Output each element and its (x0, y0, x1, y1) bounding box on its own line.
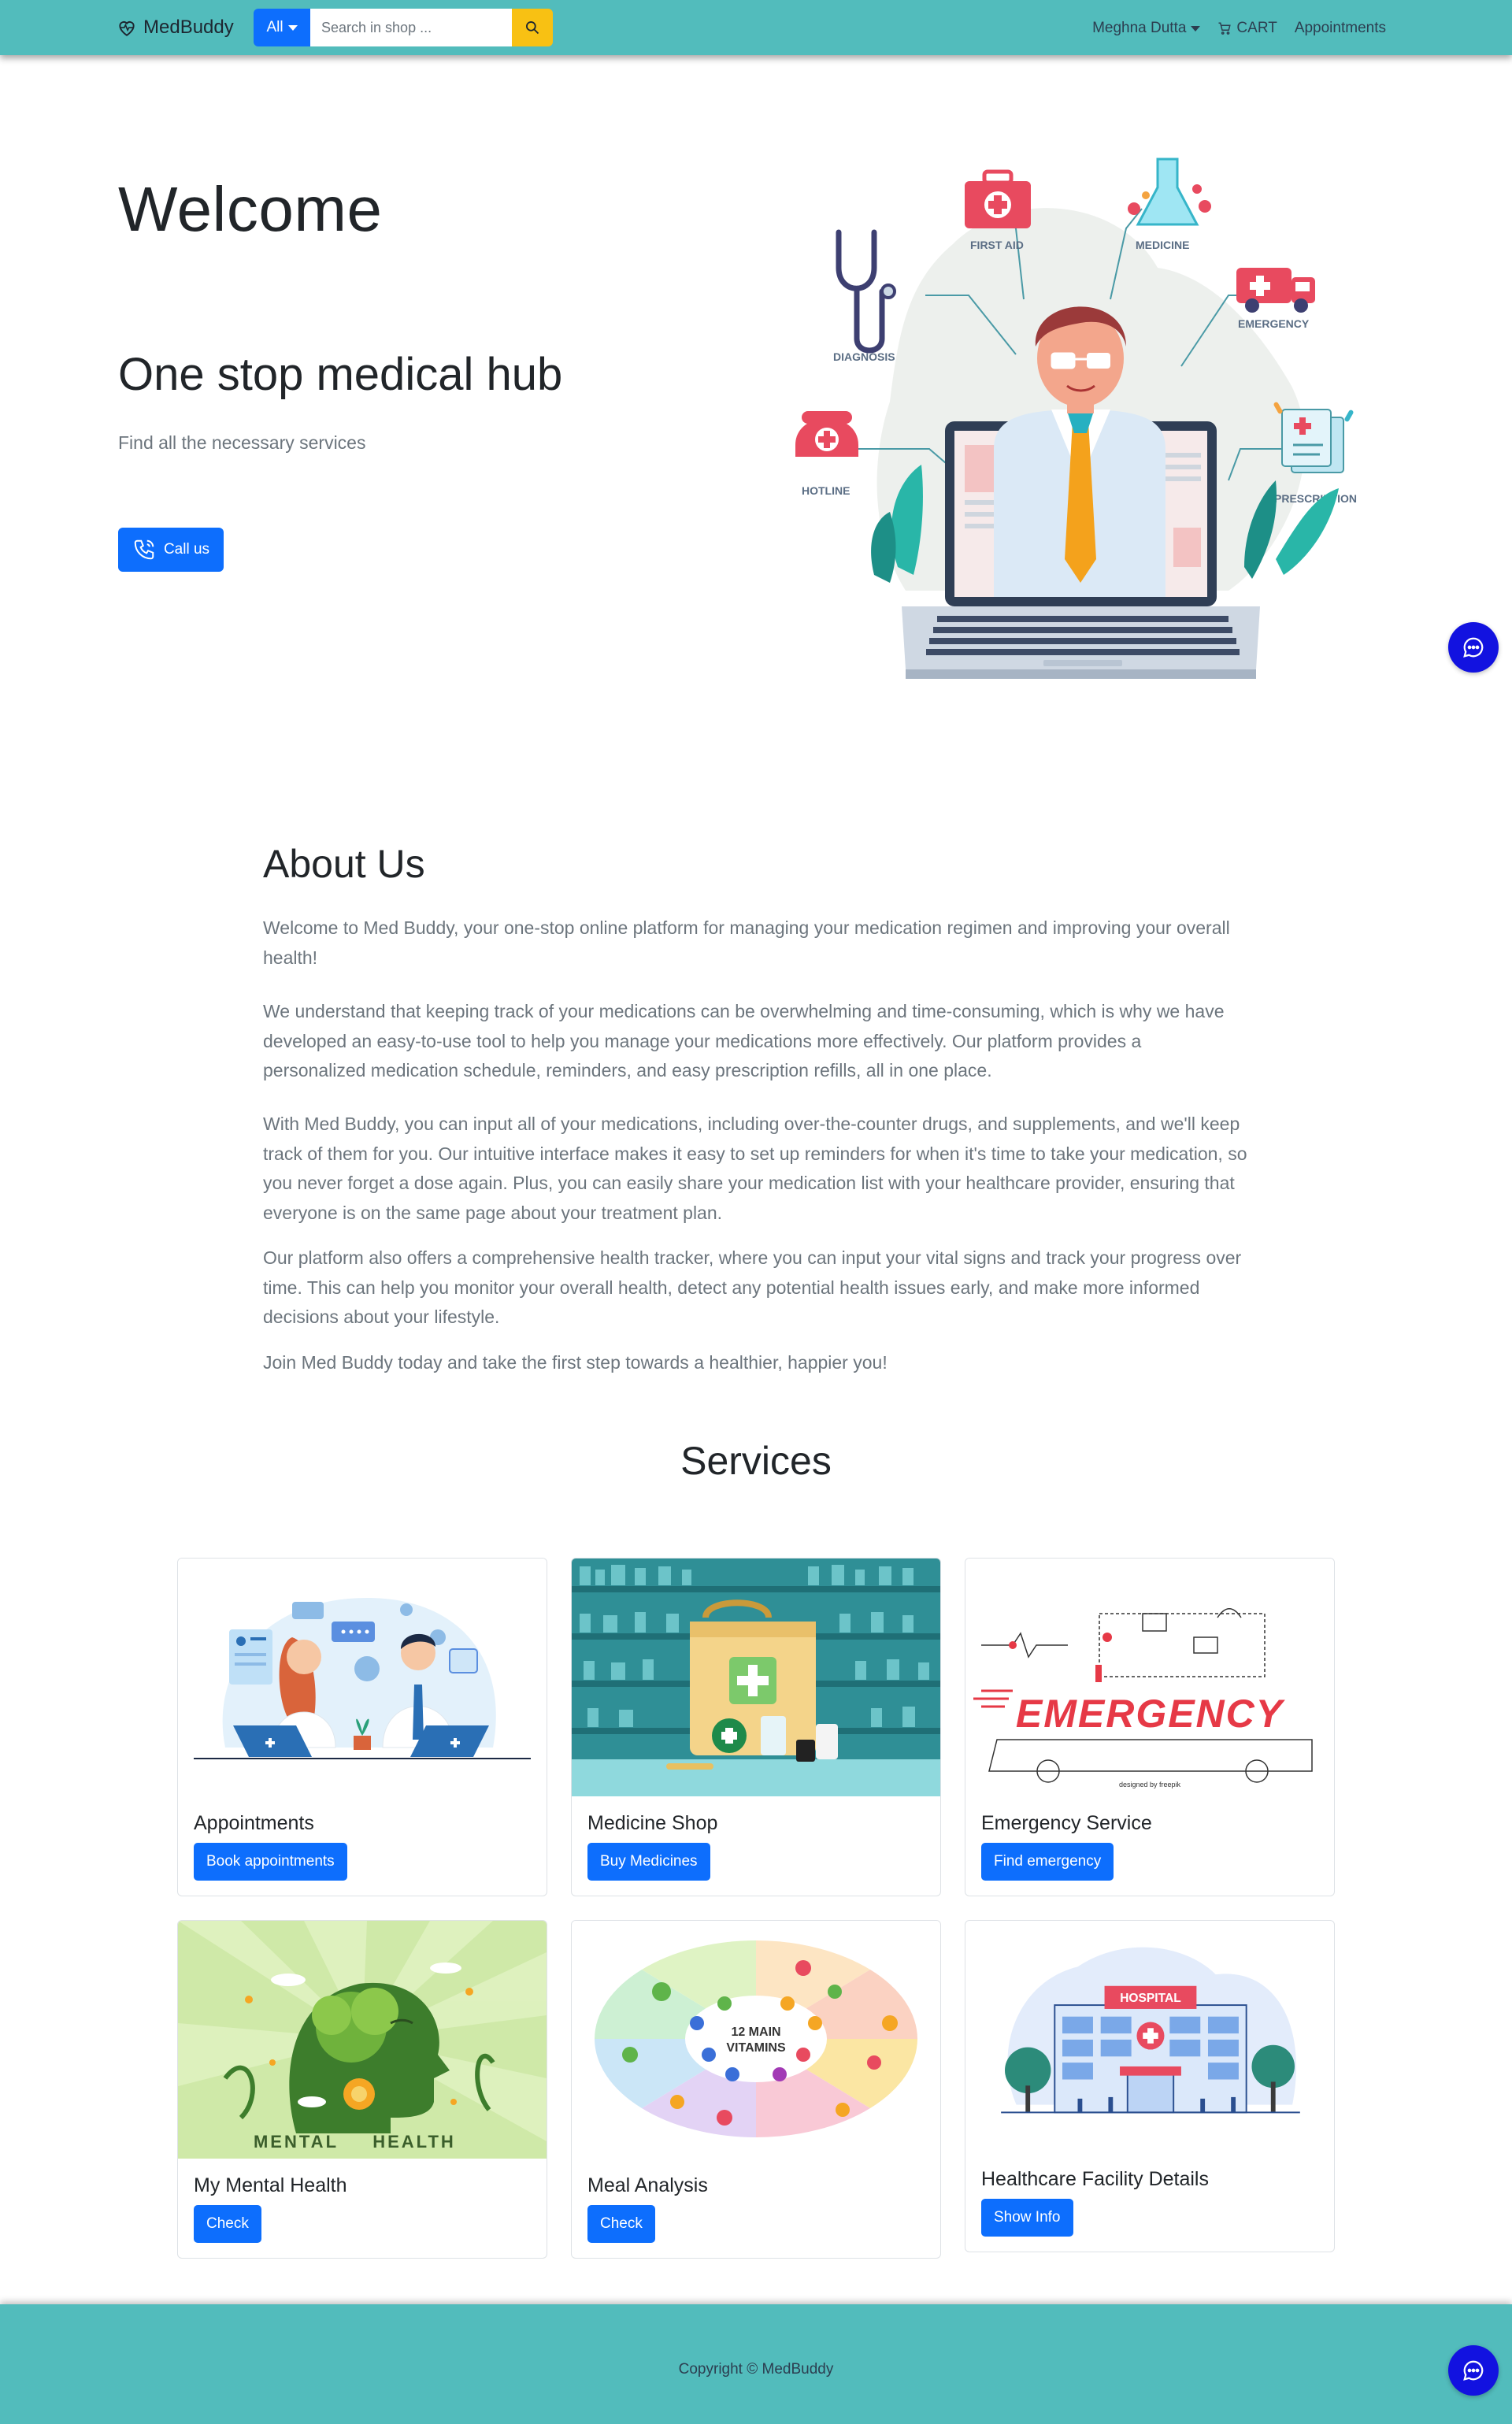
prescription-label: PRESCRIPTION (1274, 492, 1357, 505)
card-title: Medicine Shop (587, 1812, 718, 1834)
category-dropdown[interactable]: All (254, 9, 310, 46)
chat-icon (1463, 637, 1484, 658)
brand-name: MedBuddy (143, 17, 234, 38)
call-us-button[interactable]: Call us (118, 528, 224, 572)
about-paragraph: Welcome to Med Buddy, your one-stop onli… (263, 917, 1230, 968)
brand-link[interactable]: MedBuddy (117, 16, 234, 39)
chat-button[interactable] (1448, 622, 1499, 673)
stethoscope-icon (836, 229, 896, 354)
card-title: Healthcare Facility Details (981, 2168, 1209, 2190)
hero-illustration: FIRST AID MEDICINE DIAGNOSIS EMERGENCY H… (795, 158, 1357, 679)
user-dropdown[interactable]: Meghna Dutta (1092, 20, 1201, 37)
services-heading: Services (680, 1439, 832, 1483)
card-title: Emergency Service (981, 1812, 1152, 1834)
medicine-icon (1128, 158, 1211, 226)
meal-analysis-image: 12 MAIN VITAMINS (572, 1921, 940, 2159)
chat-icon (1463, 2360, 1484, 2381)
hospital-image: HOSPITAL (970, 1921, 1329, 2147)
hotline-label: HOTLINE (802, 484, 850, 497)
service-card-mental-health: MENTAL HEALTH My Mental Health Check (177, 1920, 547, 2259)
card-title: My Mental Health (194, 2174, 347, 2196)
user-name: Meghna Dutta (1092, 20, 1187, 36)
search-icon (526, 21, 539, 35)
first-aid-label: FIRST AID (970, 239, 1024, 251)
card-title: Appointments (194, 1812, 314, 1834)
check-meal-analysis-button[interactable]: Check (587, 2205, 655, 2243)
hero-subtext: Find all the necessary services (118, 432, 366, 453)
service-card-appointments: Appointments Book appointments (177, 1558, 547, 1896)
cart-link[interactable]: CART (1217, 20, 1277, 37)
find-emergency-button[interactable]: Find emergency (981, 1843, 1114, 1881)
ambulance-icon (1236, 268, 1315, 313)
search-button[interactable] (512, 9, 553, 46)
about-paragraph: Join Med Buddy today and take the first … (263, 1352, 888, 1373)
service-card-emergency: EMERGENCY designed by freepik Emergency … (965, 1558, 1335, 1896)
freepik-credit: designed by freepik (1119, 1781, 1181, 1788)
vitamins-line2: VITAMINS (726, 2041, 786, 2055)
service-card-healthcare-facility: HOSPITAL Healthcare Facility Details Sho… (965, 1920, 1335, 2252)
phone-icon (134, 539, 154, 560)
hero-headline: One stop medical hub (118, 349, 563, 400)
medicine-shop-image (572, 1559, 940, 1796)
emergency-label: EMERGENCY (1238, 317, 1310, 330)
search-group: All (254, 9, 553, 46)
about-paragraph: Our platform also offers a comprehensive… (263, 1247, 1242, 1327)
emergency-image-text: EMERGENCY (1016, 1692, 1286, 1736)
cart-icon (1218, 22, 1232, 35)
nav-right: Meghna Dutta CART Appointments (1092, 17, 1386, 39)
service-card-meal-analysis: 12 MAIN VITAMINS Meal Analysis Check (571, 1920, 941, 2259)
about-paragraph: We understand that keeping track of your… (263, 1001, 1225, 1080)
first-aid-icon (965, 169, 1031, 228)
mental-health-image: MENTAL HEALTH (178, 1921, 547, 2159)
buy-medicines-button[interactable]: Buy Medicines (587, 1843, 710, 1881)
hospital-sign-text: HOSPITAL (1120, 1992, 1181, 2005)
welcome-heading: Welcome (118, 174, 383, 244)
category-label: All (266, 19, 284, 35)
appointments-label: Appointments (1294, 20, 1386, 36)
show-info-button[interactable]: Show Info (981, 2199, 1073, 2237)
search-input[interactable] (310, 9, 512, 46)
emergency-image: EMERGENCY designed by freepik (965, 1559, 1334, 1796)
footer: Copyright © MedBuddy (0, 2304, 1512, 2424)
appointments-image (178, 1559, 547, 1796)
check-mental-health-button[interactable]: Check (194, 2205, 261, 2243)
chat-button[interactable] (1448, 2345, 1499, 2396)
book-appointments-button[interactable]: Book appointments (194, 1843, 347, 1881)
medicine-label: MEDICINE (1136, 239, 1189, 251)
appointments-link[interactable]: Appointments (1295, 20, 1386, 37)
health-image-text: HEALTH (372, 2132, 456, 2152)
chevron-down-icon (1191, 25, 1201, 32)
mental-image-text: MENTAL (254, 2132, 339, 2152)
vitamins-line1: 12 MAIN (731, 2026, 780, 2039)
about-paragraph: With Med Buddy, you can input all of you… (263, 1114, 1247, 1223)
cart-label: CART (1236, 20, 1277, 36)
service-card-medicine-shop: Medicine Shop Buy Medicines (571, 1558, 941, 1896)
navbar: MedBuddy All Meghna Dutta CART Appointme… (0, 0, 1512, 55)
diagnosis-label: DIAGNOSIS (833, 350, 895, 363)
card-title: Meal Analysis (587, 2174, 708, 2196)
heart-pulse-icon (119, 21, 135, 36)
prescription-icon (1273, 402, 1354, 473)
copyright-text: Copyright © MedBuddy (678, 2361, 834, 2378)
hotline-phone-icon (795, 411, 858, 457)
chevron-down-icon (287, 24, 298, 31)
about-heading: About Us (263, 842, 425, 886)
call-us-label: Call us (163, 541, 210, 558)
